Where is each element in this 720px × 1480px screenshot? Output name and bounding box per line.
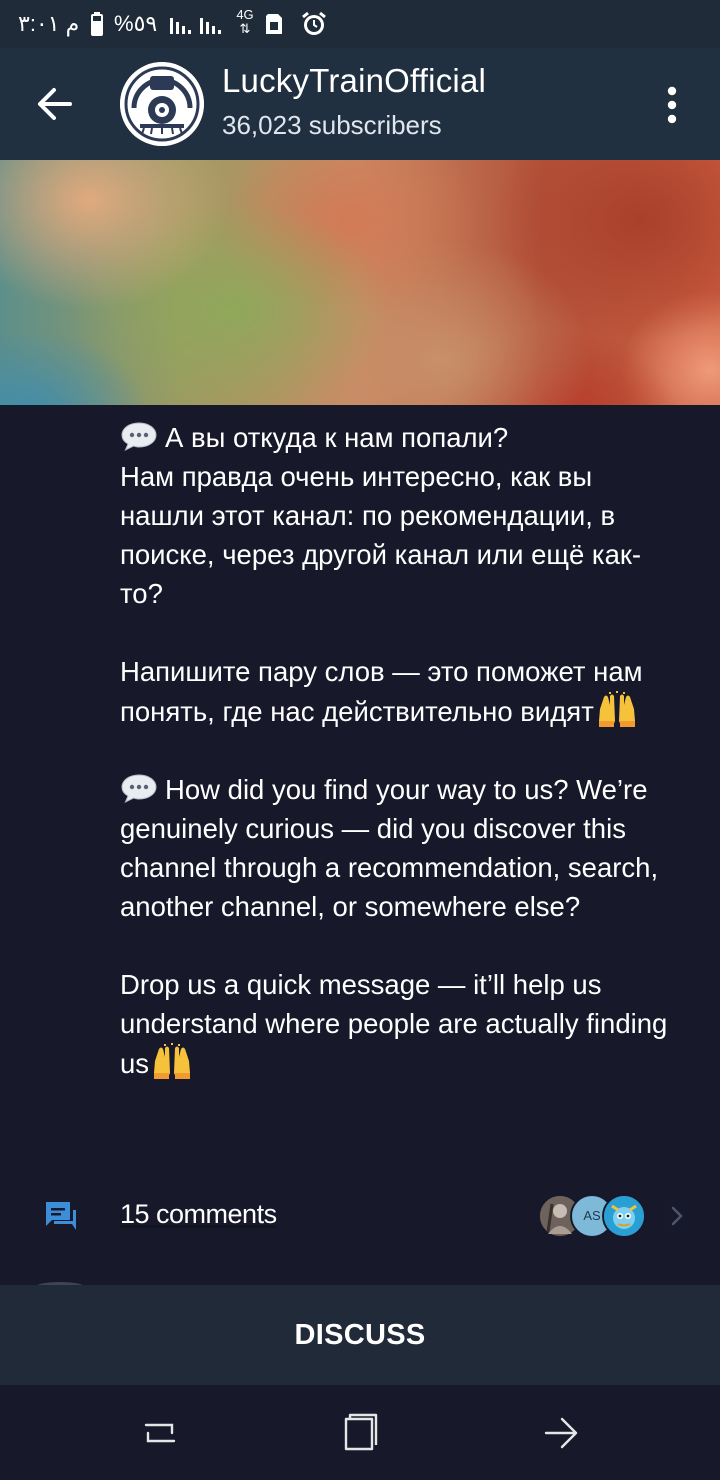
sim-card-icon [262,12,286,43]
post-media-blurred[interactable] [0,160,720,405]
comments-row[interactable]: 15 comments AS [0,1186,720,1248]
chevron-right-icon [671,1206,683,1226]
post-paragraph-1: А вы откуда к нам попали? Нам правда оче… [120,418,680,613]
channel-title[interactable]: LuckyTrainOfficial [222,62,486,100]
discuss-button[interactable]: DISCUSS [0,1285,720,1385]
network-type: 4G ⇅ [236,7,254,36]
commenter-avatar [602,1194,646,1238]
recent-apps-button[interactable] [138,1411,182,1455]
post-text-2: Напишите пару слов — это поможет нам пон… [120,656,651,727]
recent-apps-icon [144,1423,176,1443]
battery-percent: %٥٩ [114,11,158,36]
discuss-bar: DISCUSS [0,1285,720,1385]
signal-icon [168,12,230,43]
post-message: А вы откуда к нам попали? Нам правда оче… [120,418,680,1083]
alarm-icon [300,10,328,45]
back-arrow-icon [38,88,72,120]
post-paragraph-2: Напишите пару слов — это поможет нам пон… [120,652,680,731]
back-nav-icon [544,1417,578,1449]
battery-icon [90,12,104,43]
subscriber-count: 36,023 subscribers [222,110,442,140]
more-options-button[interactable] [650,80,694,130]
post-paragraph-3: How did you find your way to us? We’re g… [120,770,680,926]
home-button[interactable] [338,1411,382,1455]
more-vertical-icon [667,86,677,124]
raising-hands-emoji [154,1043,191,1079]
post-paragraph-4: Drop us a quick message — it’ll help us … [120,965,680,1083]
status-bar: م ٣:٠١ %٥٩ 4G ⇅ [0,0,720,48]
post-text-1: А вы откуда к нам попали? Нам правда оче… [120,422,642,609]
system-navigation-bar [0,1385,720,1480]
comments-count-label[interactable]: 15 comments [120,1199,277,1230]
network-label: 4G [236,7,254,22]
train-logo-icon [120,62,204,146]
channel-header: LuckyTrainOfficial 36,023 subscribers [0,48,720,160]
raising-hands-emoji [598,691,635,727]
commenter-initials: AS [583,1208,601,1223]
status-time: م ٣:٠١ [18,11,80,36]
speech-bubble-emoji [121,422,157,451]
speech-bubble-emoji [121,774,157,803]
post-text-3: How did you find your way to us? We’re g… [120,774,666,922]
comments-icon [46,1202,76,1230]
channel-avatar[interactable] [120,62,204,146]
back-button[interactable] [28,80,84,128]
post-text-4: Drop us a quick message — it’ll help us … [120,969,675,1079]
back-nav-button[interactable] [540,1411,584,1455]
home-icon [344,1413,378,1451]
